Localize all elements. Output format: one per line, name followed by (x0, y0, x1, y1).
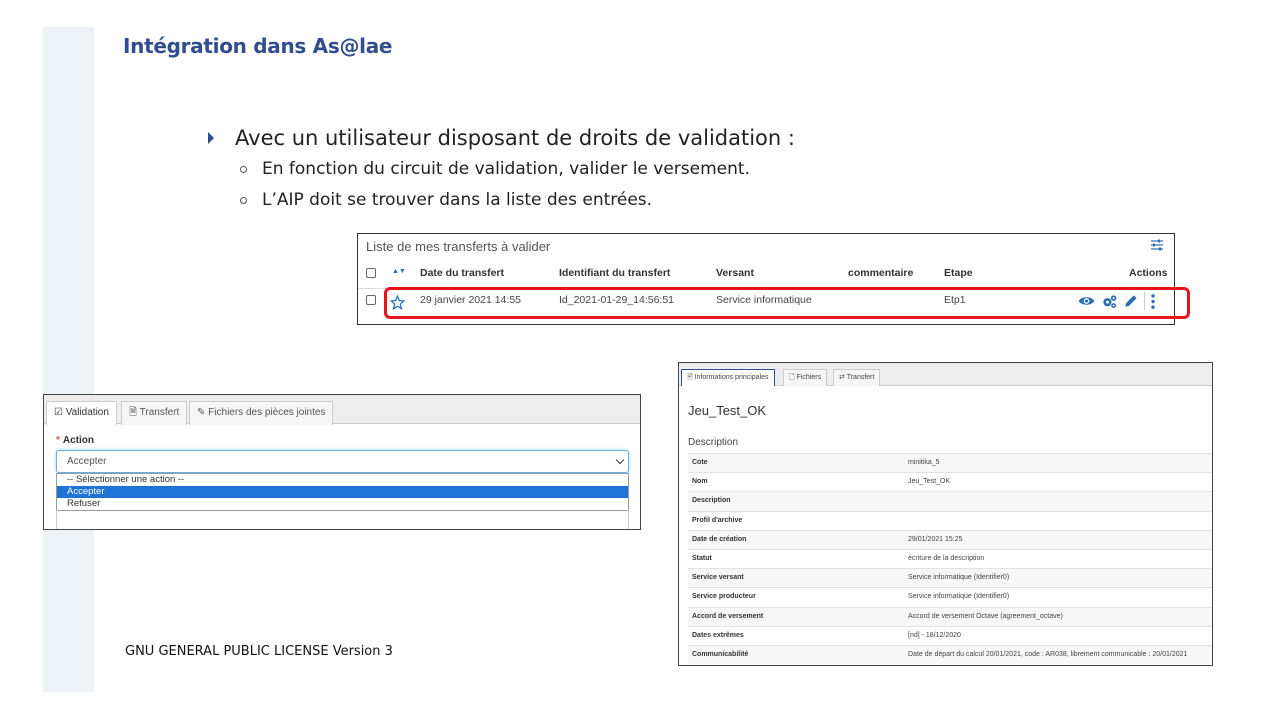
row-value: minitika_5 (908, 459, 940, 466)
main-bullet-text: Avec un utilisateur disposant de droits … (235, 126, 795, 150)
check-square-icon: ☑ (54, 407, 63, 418)
option-select-action[interactable]: -- Sélectionner une action -- (57, 474, 628, 486)
option-accepter[interactable]: Accepter (57, 486, 628, 498)
col-actions: Actions (1129, 267, 1168, 279)
bullet-circle-icon (240, 197, 247, 204)
file-icon: 🗎 (687, 374, 693, 381)
tab-informations-label: Informations principales (694, 374, 769, 381)
tab-transfert-info[interactable]: ⇄ Transfert (833, 369, 881, 386)
table-row: Service producteur Service informatique (… (688, 587, 1212, 606)
select-all-checkbox[interactable] (366, 268, 376, 278)
row-key: Date de création (692, 535, 747, 543)
tab-validation-label: Validation (65, 407, 109, 418)
col-identifier[interactable]: Identifiant du transfert (559, 267, 670, 279)
col-commentaire[interactable]: commentaire (848, 267, 913, 279)
row-value: Service informatique (Identifier0) (908, 593, 1010, 601)
tab-transfert-info-label: Transfert (846, 374, 875, 381)
row-key: Dates extrêmes (692, 631, 744, 639)
row-checkbox[interactable] (366, 295, 376, 305)
logo-text: ika (1212, 649, 1236, 668)
bullet-circle-icon (240, 166, 247, 173)
table-row: Date de création 29/01/2021 15:25 (688, 529, 1212, 549)
option-refuser[interactable]: Refuser (57, 498, 628, 510)
action-select-value: Accepter (67, 456, 107, 467)
info-tabbar: 🗎 Informations principales 🗋 Fichiers ⇄ … (679, 363, 1212, 386)
validation-tabbar: ☑ Validation 🗎 Transfert ✎ Fichiers des … (44, 395, 640, 425)
row-highlight-box (384, 287, 1190, 319)
tab-validation[interactable]: ☑ Validation (46, 401, 117, 425)
action-label: * Action (56, 435, 95, 446)
side-strip (43, 27, 94, 692)
row-key: Communicabilité (692, 650, 749, 658)
validation-panel: ☑ Validation 🗎 Transfert ✎ Fichiers des … (43, 394, 641, 530)
description-heading: Description (688, 437, 739, 448)
row-value: Service informatique (Identifier0) (908, 574, 1010, 582)
tab-transfert[interactable]: 🗎 Transfert (121, 401, 188, 425)
row-key: Description (692, 497, 731, 505)
archive-title: Jeu_Test_OK (688, 403, 767, 418)
table-row: Statut écriture de la description (688, 548, 1212, 568)
info-panel: 🗎 Informations principales 🗋 Fichiers ⇄ … (678, 362, 1213, 666)
description-table: Cote minitika_5 Nom Jeu_Test_OK Descriptio… (688, 453, 1212, 665)
tab-pieces-jointes[interactable]: ✎ Fichiers des pièces jointes (189, 401, 334, 425)
action-options-list: -- Sélectionner une action -- Accepter R… (56, 473, 629, 511)
action-select[interactable]: Accepter (56, 450, 629, 473)
main-bullet: Avec un utilisateur disposant de droits … (208, 124, 795, 154)
tab-pieces-jointes-label: Fichiers des pièces jointes (208, 407, 326, 418)
tab-informations-principales[interactable]: 🗎 Informations principales (681, 369, 775, 386)
tab-transfert-label: Transfert (139, 407, 180, 418)
row-value: 29/01/2021 15:25 (908, 535, 963, 543)
sub-bullet: En fonction du circuit de validation, va… (240, 154, 795, 185)
row-value: écriture de la description (908, 554, 985, 562)
sub-bullet-text: En fonction du circuit de validation, va… (262, 159, 750, 179)
file-icon: 🗋 (789, 374, 795, 381)
row-value: Jeu_Test_OK (908, 478, 951, 486)
textarea-remnant (56, 510, 629, 529)
row-key: Accord de versement (692, 612, 764, 620)
sort-icon[interactable]: ▲▼ (392, 268, 406, 275)
row-key: Profil d'archive (692, 516, 743, 524)
col-versant[interactable]: Versant (716, 267, 754, 279)
table-row: Dates extrêmes [nd] - 18/12/2020 (688, 625, 1212, 645)
chevron-down-icon (615, 455, 625, 465)
row-value: Date de départ du calcul 20/01/2021, cod… (908, 650, 1188, 658)
transfers-header: Liste de mes transferts à valider (366, 239, 551, 254)
row-value: Accord de versement Octave (agreement_oc… (908, 612, 1063, 620)
license-text: GNU GENERAL PUBLIC LICENSE Version 3 (125, 644, 393, 659)
col-etape[interactable]: Etape (944, 267, 973, 279)
table-row: Nom Jeu_Test_OK (688, 472, 1212, 491)
row-key: Cote (692, 459, 708, 466)
table-row: Communicabilité Date de départ du calcul … (688, 644, 1212, 665)
table-row: Cote minitika_5 (688, 453, 1212, 473)
table-row: Profil d'archive (688, 510, 1212, 530)
transfer-arrows-icon: ⇄ (839, 374, 845, 381)
paperclip-icon: ✎ (197, 407, 206, 418)
row-key: Statut (692, 554, 712, 562)
table-row: Description (688, 491, 1212, 511)
row-key: Service versant (692, 574, 744, 582)
col-date[interactable]: Date du transfert (420, 267, 504, 279)
sub-bullet: L’AIP doit se trouver dans la liste des … (240, 185, 795, 216)
bullet-list: Avec un utilisateur disposant de droits … (208, 124, 795, 216)
slide-title: Intégration dans As@lae (123, 34, 393, 58)
bullet-arrow-icon (208, 132, 214, 144)
row-value: [nd] - 18/12/2020 (908, 631, 961, 639)
row-key: Nom (692, 478, 708, 486)
tab-fichiers[interactable]: 🗋 Fichiers (783, 369, 828, 386)
filter-settings-icon[interactable] (1150, 239, 1164, 251)
sub-bullet-text: L’AIP doit se trouver dans la liste des … (262, 190, 653, 210)
tab-fichiers-label: Fichiers (796, 374, 822, 381)
table-row: Accord de versement Accord de versement O… (688, 606, 1212, 626)
file-icon: 🗎 (129, 407, 138, 418)
row-key: Service producteur (692, 593, 756, 601)
table-row: Service versant Service informatique (Ide… (688, 568, 1212, 588)
